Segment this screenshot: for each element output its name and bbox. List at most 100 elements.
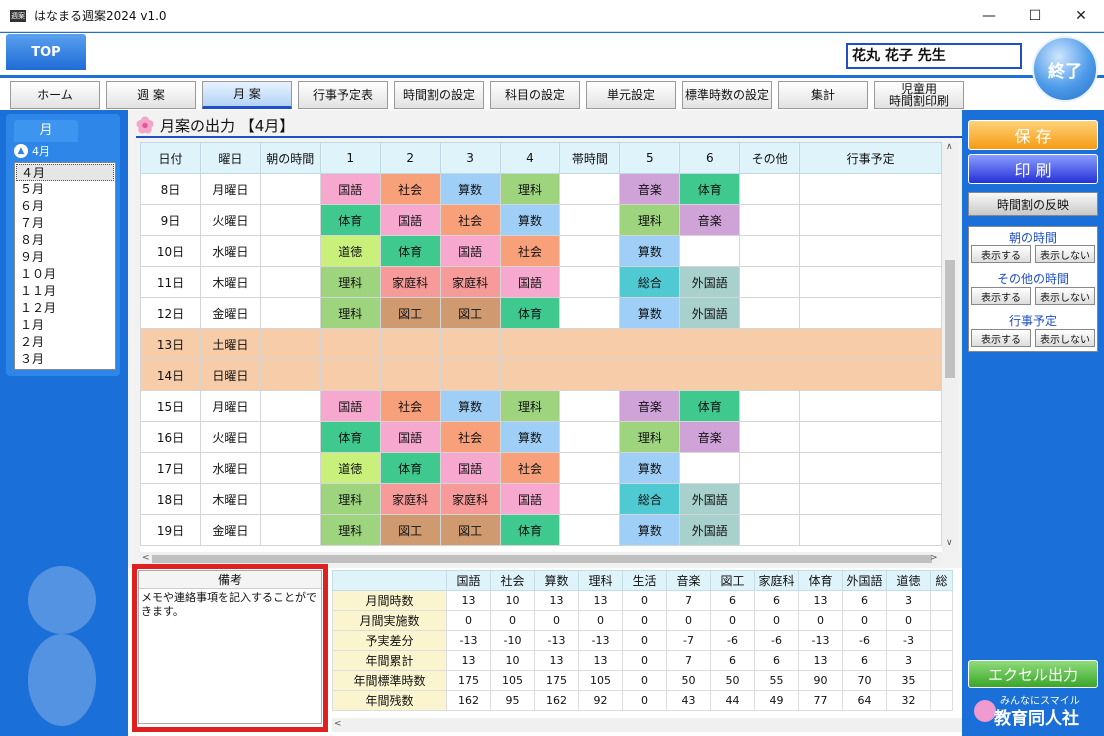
period-cell[interactable]: 家庭科 (379, 483, 441, 515)
excel-export-button[interactable]: エクセル出力 (968, 660, 1098, 688)
period-cell[interactable] (559, 266, 621, 298)
period-cell[interactable]: 家庭科 (439, 483, 501, 515)
period-cell[interactable]: 体育 (319, 204, 381, 236)
month-item[interactable]: ８月 (16, 232, 114, 249)
period-cell[interactable]: 社会 (439, 204, 501, 236)
period-cell[interactable] (559, 173, 621, 205)
period-cell[interactable]: 社会 (499, 452, 561, 484)
period-cell[interactable]: 算数 (499, 204, 561, 236)
period-cell[interactable] (799, 204, 942, 236)
memo-textarea[interactable]: メモや連絡事項を記入することができます。 (139, 589, 321, 621)
period-cell[interactable]: 総合 (619, 266, 681, 298)
period-cell[interactable] (799, 359, 942, 391)
period-cell[interactable] (499, 328, 561, 360)
scroll-up-icon[interactable]: ∧ (946, 142, 953, 152)
period-cell[interactable]: 体育 (379, 235, 441, 267)
memo-box[interactable]: 備考 メモや連絡事項を記入することができます。 (138, 570, 322, 724)
period-cell[interactable]: 理科 (619, 204, 681, 236)
period-cell[interactable]: 外国語 (679, 297, 741, 329)
period-cell[interactable]: 外国語 (679, 483, 741, 515)
month-item[interactable]: ４月 (16, 164, 114, 181)
apply-timetable-button[interactable]: 時間割の反映 (968, 192, 1098, 216)
period-cell[interactable] (739, 204, 801, 236)
events-hide-button[interactable]: 表示しない (1035, 329, 1095, 347)
period-cell[interactable]: 国語 (439, 452, 501, 484)
period-cell[interactable]: 国語 (319, 173, 381, 205)
period-cell[interactable]: 国語 (439, 235, 501, 267)
period-cell[interactable]: 国語 (319, 390, 381, 422)
period-cell[interactable]: 国語 (499, 266, 561, 298)
period-cell[interactable]: 音楽 (619, 173, 681, 205)
period-cell[interactable]: 外国語 (679, 266, 741, 298)
scroll-right-icon[interactable]: > (930, 553, 938, 563)
period-cell[interactable]: 体育 (679, 173, 741, 205)
period-cell[interactable]: 国語 (499, 483, 561, 515)
period-cell[interactable] (319, 359, 381, 391)
period-cell[interactable]: 算数 (439, 390, 501, 422)
period-cell[interactable]: 社会 (379, 390, 441, 422)
period-cell[interactable] (259, 235, 321, 267)
nav-button-4[interactable]: 時間割の設定 (394, 81, 484, 109)
period-cell[interactable] (799, 266, 942, 298)
period-cell[interactable] (679, 359, 741, 391)
month-item[interactable]: １月 (16, 317, 114, 334)
period-cell[interactable]: 理科 (619, 421, 681, 453)
period-cell[interactable] (799, 235, 942, 267)
period-cell[interactable] (799, 514, 942, 546)
period-cell[interactable] (559, 204, 621, 236)
period-cell[interactable] (799, 452, 942, 484)
period-cell[interactable] (739, 514, 801, 546)
maximize-button[interactable]: ☐ (1012, 0, 1058, 32)
period-cell[interactable]: 算数 (619, 514, 681, 546)
period-cell[interactable] (739, 235, 801, 267)
period-cell[interactable] (559, 359, 621, 391)
save-button[interactable]: 保 存 (968, 120, 1098, 150)
nav-button-7[interactable]: 標準時数の設定 (682, 81, 772, 109)
period-cell[interactable] (259, 266, 321, 298)
period-cell[interactable]: 図工 (439, 514, 501, 546)
other-show-button[interactable]: 表示する (971, 287, 1031, 305)
month-item[interactable]: ５月 (16, 181, 114, 198)
period-cell[interactable] (259, 514, 321, 546)
summary-scrollbar[interactable]: < (332, 718, 962, 732)
period-cell[interactable] (679, 235, 741, 267)
period-cell[interactable] (799, 390, 942, 422)
period-cell[interactable] (559, 328, 621, 360)
period-cell[interactable]: 道徳 (319, 235, 381, 267)
period-cell[interactable]: 家庭科 (439, 266, 501, 298)
period-cell[interactable] (739, 328, 801, 360)
period-cell[interactable] (559, 390, 621, 422)
period-cell[interactable] (259, 421, 321, 453)
events-show-button[interactable]: 表示する (971, 329, 1031, 347)
period-cell[interactable]: 社会 (499, 235, 561, 267)
period-cell[interactable]: 算数 (439, 173, 501, 205)
month-item[interactable]: １２月 (16, 300, 114, 317)
nav-button-5[interactable]: 科目の設定 (490, 81, 580, 109)
period-cell[interactable]: 社会 (379, 173, 441, 205)
period-cell[interactable] (259, 390, 321, 422)
period-cell[interactable]: 体育 (679, 390, 741, 422)
period-cell[interactable] (319, 328, 381, 360)
nav-button-1[interactable]: 週 案 (106, 81, 196, 109)
scroll-down-icon[interactable]: ∨ (946, 538, 953, 548)
period-cell[interactable]: 図工 (439, 297, 501, 329)
period-cell[interactable] (259, 204, 321, 236)
period-cell[interactable] (739, 173, 801, 205)
period-cell[interactable] (559, 297, 621, 329)
period-cell[interactable] (439, 359, 501, 391)
period-cell[interactable]: 算数 (619, 452, 681, 484)
period-cell[interactable]: 外国語 (679, 514, 741, 546)
period-cell[interactable]: 音楽 (619, 390, 681, 422)
period-cell[interactable]: 理科 (319, 266, 381, 298)
print-button[interactable]: 印 刷 (968, 154, 1098, 184)
scroll-thumb[interactable] (945, 260, 955, 378)
period-cell[interactable]: 理科 (319, 297, 381, 329)
scroll-left-icon[interactable]: < (142, 553, 150, 563)
period-cell[interactable] (799, 483, 942, 515)
period-cell[interactable] (559, 235, 621, 267)
period-cell[interactable]: 総合 (619, 483, 681, 515)
period-cell[interactable]: 図工 (379, 514, 441, 546)
period-cell[interactable]: 家庭科 (379, 266, 441, 298)
period-cell[interactable]: 体育 (499, 297, 561, 329)
month-item[interactable]: １１月 (16, 283, 114, 300)
